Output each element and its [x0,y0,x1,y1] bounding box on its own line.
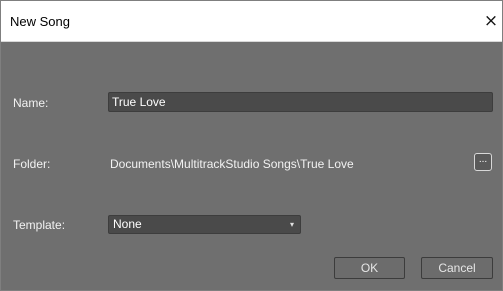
folder-label: Folder: [13,157,51,171]
ok-button[interactable]: OK [334,257,405,279]
title-bar: New Song × [1,1,502,42]
template-label: Template: [13,218,66,232]
name-input[interactable] [108,92,493,112]
cancel-button[interactable]: Cancel [421,257,493,279]
browse-folder-button[interactable]: ... [474,153,492,171]
name-label: Name: [13,96,49,110]
chevron-down-icon: ▾ [289,220,294,229]
new-song-dialog: New Song × Name: Folder: Documents\Multi… [0,0,503,291]
close-icon[interactable]: × [480,5,502,37]
folder-path: Documents\MultitrackStudio Songs\True Lo… [110,157,354,171]
template-selected-value: None [113,217,142,231]
template-select[interactable]: None ▾ [108,215,301,234]
dialog-title: New Song [10,14,70,29]
